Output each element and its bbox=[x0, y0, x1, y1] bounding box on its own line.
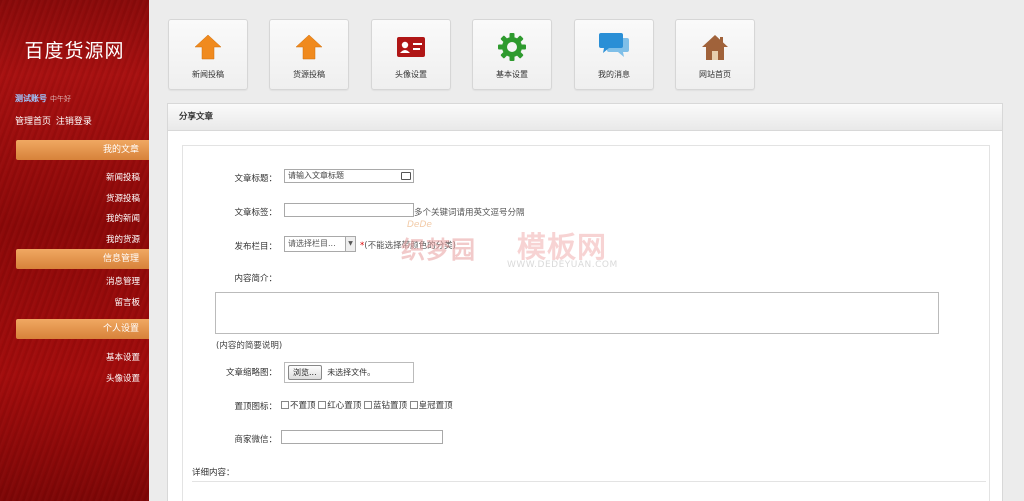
menu-item-my-sources[interactable]: 我的货源 bbox=[106, 233, 140, 245]
checkbox[interactable] bbox=[409, 401, 418, 409]
option-label: 红心置顶 bbox=[327, 401, 362, 411]
column-hint-text: (不能选择带颜色的分类) bbox=[364, 241, 456, 251]
top-option-crown[interactable]: 皇冠置顶 bbox=[409, 401, 453, 411]
menu-head-my-articles[interactable]: 我的文章 bbox=[16, 140, 149, 160]
column-label: 发布栏目： bbox=[234, 242, 277, 252]
tags-input[interactable] bbox=[284, 203, 414, 217]
shortcut-label: 基本设置 bbox=[496, 70, 528, 79]
shortcut-source-submit[interactable]: 货源投稿 bbox=[269, 19, 349, 90]
user-name[interactable]: 测试账号 bbox=[15, 94, 47, 103]
home-icon bbox=[676, 31, 754, 63]
id-card-icon bbox=[372, 31, 450, 63]
user-links: 管理首页 注销登录 bbox=[15, 114, 94, 127]
menu-item-messages[interactable]: 消息管理 bbox=[106, 275, 140, 287]
admin-home-link[interactable]: 管理首页 bbox=[15, 117, 51, 127]
thumbnail-file-input[interactable]: 浏览... 未选择文件。 bbox=[284, 362, 414, 383]
menu-item-basic-settings[interactable]: 基本设置 bbox=[106, 351, 140, 363]
logout-link[interactable]: 注销登录 bbox=[56, 117, 92, 127]
menu-head-personal-settings[interactable]: 个人设置 bbox=[16, 319, 149, 339]
shortcut-label: 头像设置 bbox=[395, 70, 427, 79]
article-form: 文章标题： 请输入文章标题 文章标签： 多个关键词请用英文逗号分隔 发布栏目： … bbox=[182, 145, 990, 501]
shortcut-my-messages[interactable]: 我的消息 bbox=[574, 19, 654, 90]
main-area: 新闻投稿 货源投稿 头像设置 基本设置 我的消息 网站首页 分享文章 文章标题：… bbox=[149, 0, 1024, 501]
checkbox[interactable] bbox=[318, 401, 327, 409]
summary-label: 内容简介： bbox=[234, 274, 277, 284]
chevron-down-icon: ▼ bbox=[345, 237, 355, 251]
option-label: 蓝钻置顶 bbox=[372, 401, 407, 411]
top-icon-label: 置顶图标： bbox=[234, 402, 277, 412]
shortcut-basic-settings[interactable]: 基本设置 bbox=[472, 19, 552, 90]
summary-textarea[interactable] bbox=[215, 292, 939, 334]
menu-item-news-submit[interactable]: 新闻投稿 bbox=[106, 171, 140, 183]
title-input[interactable]: 请输入文章标题 bbox=[284, 169, 414, 183]
no-file-text: 未选择文件。 bbox=[327, 368, 376, 377]
wechat-label: 商家微信： bbox=[234, 435, 277, 445]
shortcut-site-home[interactable]: 网站首页 bbox=[675, 19, 755, 90]
top-icon-options: 不置顶 红心置顶 蓝钻置顶 皇冠置顶 bbox=[281, 399, 453, 411]
checkbox[interactable] bbox=[363, 401, 372, 409]
shortcut-news-submit[interactable]: 新闻投稿 bbox=[168, 19, 248, 90]
upload-arrow-icon bbox=[169, 31, 247, 63]
option-label: 不置顶 bbox=[290, 401, 316, 411]
column-select-value: 请选择栏目... bbox=[288, 239, 336, 248]
column-hint: *(不能选择带颜色的分类) bbox=[360, 239, 456, 251]
shortcut-label: 新闻投稿 bbox=[192, 70, 224, 79]
upload-arrow-icon bbox=[270, 31, 348, 63]
checkbox[interactable] bbox=[281, 401, 289, 409]
menu-item-source-submit[interactable]: 货源投稿 bbox=[106, 192, 140, 204]
divider bbox=[192, 481, 986, 482]
chat-bubbles-icon bbox=[575, 31, 653, 63]
id-card-small-icon bbox=[401, 172, 411, 180]
menu-item-my-news[interactable]: 我的新闻 bbox=[106, 212, 140, 224]
shortcut-avatar-settings[interactable]: 头像设置 bbox=[371, 19, 451, 90]
menu-head-info-management[interactable]: 信息管理 bbox=[16, 249, 149, 269]
tags-label: 文章标签： bbox=[234, 208, 277, 218]
shortcut-label: 网站首页 bbox=[699, 70, 731, 79]
sidebar: 百度货源网 测试账号 中午好 管理首页 注销登录 我的文章 新闻投稿 货源投稿 我… bbox=[0, 0, 149, 501]
user-info: 测试账号 中午好 bbox=[15, 93, 71, 104]
share-article-panel: 分享文章 文章标题： 请输入文章标题 文章标签： 多个关键词请用英文逗号分隔 发… bbox=[167, 103, 1003, 501]
menu-item-guestbook[interactable]: 留言板 bbox=[114, 296, 140, 308]
column-select[interactable]: 请选择栏目... ▼ bbox=[284, 236, 356, 252]
site-title[interactable]: 百度货源网 bbox=[0, 36, 149, 63]
thumbnail-label: 文章缩略图： bbox=[225, 368, 277, 378]
title-label: 文章标题： bbox=[234, 174, 277, 184]
detail-label: 详细内容： bbox=[192, 468, 235, 478]
title-placeholder: 请输入文章标题 bbox=[288, 171, 344, 180]
greeting: 中午好 bbox=[50, 95, 71, 103]
option-label: 皇冠置顶 bbox=[418, 401, 453, 411]
shortcut-label: 我的消息 bbox=[598, 70, 630, 79]
top-option-heart[interactable]: 红心置顶 bbox=[318, 401, 361, 411]
wechat-input[interactable] bbox=[281, 430, 443, 444]
gear-icon bbox=[473, 31, 551, 63]
menu-item-avatar-settings[interactable]: 头像设置 bbox=[106, 372, 140, 384]
top-option-diamond[interactable]: 蓝钻置顶 bbox=[363, 401, 407, 411]
tags-hint: 多个关键词请用英文逗号分隔 bbox=[414, 208, 525, 218]
top-option-none[interactable]: 不置顶 bbox=[281, 401, 316, 411]
summary-hint: (内容的简要说明) bbox=[216, 341, 283, 351]
panel-title: 分享文章 bbox=[168, 104, 1002, 131]
browse-button[interactable]: 浏览... bbox=[288, 365, 322, 380]
shortcut-label: 货源投稿 bbox=[293, 70, 325, 79]
